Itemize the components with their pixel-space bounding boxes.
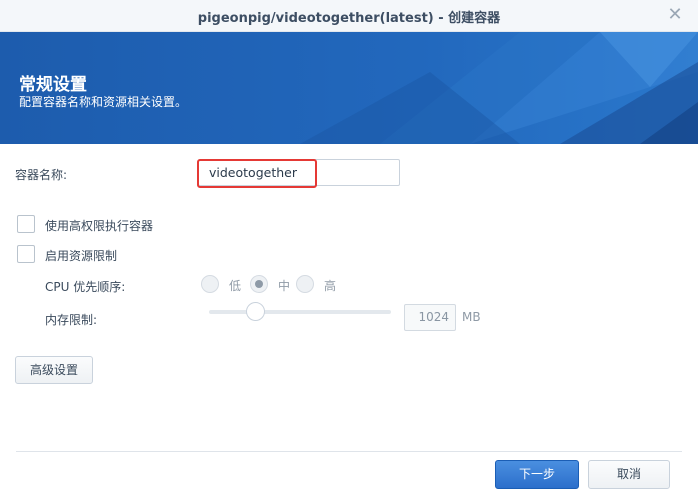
create-container-dialog: pigeonpig/videotogether(latest) - 创建容器 ✕… — [0, 0, 698, 495]
close-icon[interactable]: ✕ — [666, 6, 684, 24]
footer-divider — [16, 451, 682, 452]
advanced-settings-button[interactable]: 高级设置 — [15, 356, 93, 384]
resource-limit-label: 启用资源限制 — [45, 249, 118, 263]
cpu-priority-low-radio[interactable] — [201, 275, 219, 293]
banner-background — [0, 32, 698, 144]
privileged-label: 使用高权限执行容器 — [45, 219, 154, 233]
title-bar: pigeonpig/videotogether(latest) - 创建容器 ✕ — [0, 0, 698, 32]
container-name-label: 容器名称: — [15, 168, 68, 182]
next-button[interactable]: 下一步 — [495, 460, 579, 489]
banner: 常规设置 配置容器名称和资源相关设置。 — [0, 32, 698, 144]
resource-limit-checkbox[interactable] — [17, 245, 35, 263]
memory-slider-handle[interactable] — [246, 302, 265, 321]
cpu-priority-high-radio[interactable] — [296, 275, 314, 293]
privileged-checkbox[interactable] — [17, 215, 35, 233]
cpu-priority-low-label: 低 — [229, 279, 242, 293]
memory-unit: MB — [462, 310, 481, 324]
cpu-priority-high-label: 高 — [324, 279, 337, 293]
memory-slider-track[interactable] — [209, 310, 391, 314]
window-title: pigeonpig/videotogether(latest) - 创建容器 — [197, 11, 501, 26]
cpu-priority-label: CPU 优先顺序: — [45, 280, 126, 294]
memory-limit-input[interactable]: 1024 — [404, 304, 456, 331]
cancel-button[interactable]: 取消 — [588, 460, 670, 489]
cpu-priority-medium-radio[interactable] — [250, 275, 268, 293]
memory-limit-label: 内存限制: — [45, 313, 98, 327]
banner-heading: 常规设置 — [19, 75, 87, 95]
banner-subheading: 配置容器名称和资源相关设置。 — [19, 95, 188, 109]
cpu-priority-medium-label: 中 — [278, 279, 291, 293]
container-name-input[interactable]: videotogether — [198, 159, 400, 186]
